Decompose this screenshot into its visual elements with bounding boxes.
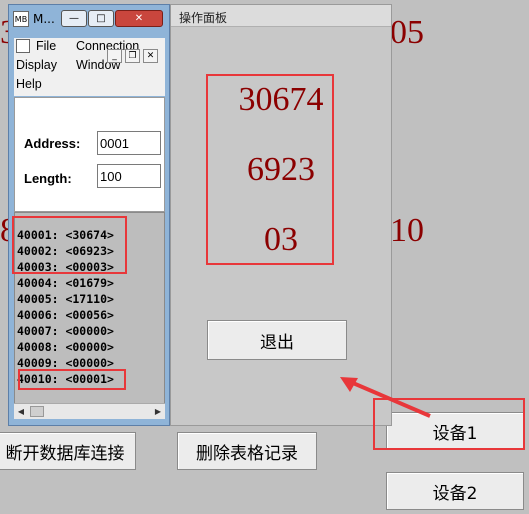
maximize-icon[interactable]: □ bbox=[88, 10, 114, 27]
value-1: 30674 bbox=[238, 81, 324, 118]
scroll-thumb[interactable] bbox=[30, 406, 44, 417]
register-list: 40001: <30674> 40002: <06923> 40003: <00… bbox=[14, 212, 165, 419]
modbus-window: MB M... — □ ✕ File Connection Display Wi… bbox=[8, 4, 170, 426]
menu-file[interactable]: File bbox=[36, 39, 56, 53]
background-number-right-mid: 10 bbox=[390, 212, 424, 249]
background-number-right-top: 05 bbox=[390, 14, 424, 51]
value-3: 03 bbox=[264, 221, 298, 258]
modbus-app-icon: MB bbox=[13, 11, 29, 27]
menu-bar: File Connection Display Window Help bbox=[14, 38, 165, 96]
mdi-minimize-icon[interactable]: _ bbox=[107, 49, 122, 63]
register-row: 40008: <00000> bbox=[17, 340, 114, 354]
operation-panel-window: 操作面板 30674 6923 03 退出 bbox=[170, 4, 392, 426]
address-input[interactable] bbox=[97, 131, 161, 155]
annotation-arrow-icon bbox=[340, 377, 431, 418]
scroll-right-icon[interactable]: ▶ bbox=[151, 404, 165, 419]
register-row: 40010: <00001> bbox=[17, 372, 114, 386]
length-input[interactable] bbox=[97, 164, 161, 188]
close-icon[interactable]: ✕ bbox=[115, 10, 163, 27]
register-row: 40005: <17110> bbox=[17, 292, 114, 306]
register-row: 40007: <00000> bbox=[17, 324, 114, 338]
register-row: 40006: <00056> bbox=[17, 308, 114, 322]
exit-button[interactable]: 退出 bbox=[207, 320, 347, 360]
document-icon bbox=[16, 39, 30, 53]
address-label: Address: bbox=[24, 136, 81, 151]
register-row: 40001: <30674> bbox=[17, 228, 114, 242]
device2-button[interactable]: 设备2 bbox=[386, 472, 524, 510]
menu-display[interactable]: Display bbox=[16, 58, 57, 72]
mdi-close-icon[interactable]: ✕ bbox=[143, 49, 158, 63]
register-row: 40003: <00003> bbox=[17, 260, 114, 274]
panel-title: 操作面板 bbox=[171, 5, 391, 27]
register-row: 40009: <00000> bbox=[17, 356, 114, 370]
scroll-left-icon[interactable]: ◀ bbox=[14, 404, 28, 419]
register-row: 40004: <01679> bbox=[17, 276, 114, 290]
poll-settings-form: Address: Length: bbox=[14, 97, 165, 212]
register-row: 40002: <06923> bbox=[17, 244, 114, 258]
length-label: Length: bbox=[24, 171, 72, 186]
disconnect-database-button[interactable]: 断开数据库连接 bbox=[0, 432, 136, 470]
value-2: 6923 bbox=[247, 151, 315, 188]
horizontal-scrollbar[interactable]: ◀ ▶ bbox=[14, 403, 165, 419]
menu-help[interactable]: Help bbox=[16, 77, 42, 91]
delete-records-button[interactable]: 删除表格记录 bbox=[177, 432, 317, 470]
minimize-icon[interactable]: — bbox=[61, 10, 87, 27]
mdi-restore-icon[interactable]: ❐ bbox=[125, 49, 140, 63]
modbus-title: M... bbox=[33, 12, 55, 26]
